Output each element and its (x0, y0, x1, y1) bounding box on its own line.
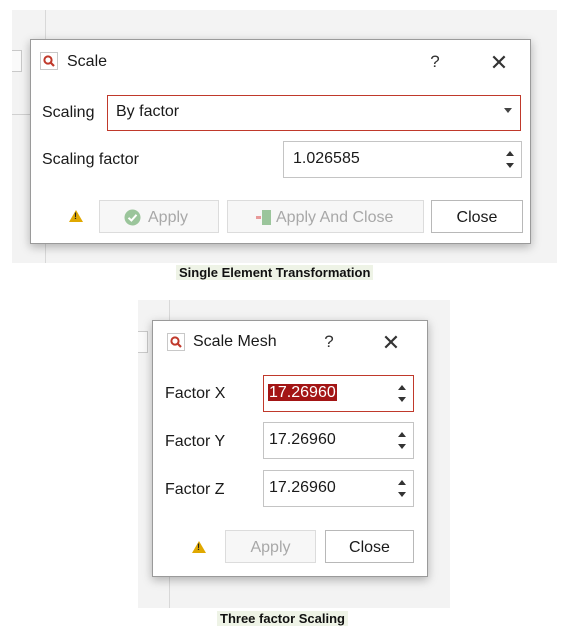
factor-x-label: Factor X (165, 385, 226, 402)
magnifier-icon (40, 52, 58, 70)
close-icon[interactable]: ✕ (487, 52, 511, 74)
close-icon[interactable]: ✕ (379, 332, 403, 354)
help-button[interactable]: ? (319, 332, 339, 352)
apply-and-close-button[interactable]: Apply And Close (227, 200, 424, 233)
factor-y-label: Factor Y (165, 433, 226, 450)
spin-down-icon[interactable] (398, 492, 406, 497)
factor-y-spinbox[interactable]: 17.26960 (263, 422, 414, 459)
close-button-label: Close (456, 209, 498, 226)
spin-down-icon[interactable] (506, 163, 514, 168)
scale-mesh-dialog: Scale Mesh ? ✕ Factor X 17.26960 Factor … (152, 320, 428, 577)
background-field (12, 50, 22, 72)
spin-up-icon[interactable] (398, 432, 406, 437)
apply-and-close-icon (256, 210, 271, 225)
help-button[interactable]: ? (425, 52, 445, 72)
spin-up-icon[interactable] (398, 480, 406, 485)
check-circle-icon (124, 209, 141, 226)
close-button[interactable]: Close (431, 200, 523, 233)
spin-up-icon[interactable] (398, 385, 406, 390)
chevron-down-icon (504, 108, 512, 113)
factor-z-value: 17.26960 (269, 479, 336, 496)
apply-and-close-label: Apply And Close (276, 209, 394, 226)
factor-z-label: Factor Z (165, 481, 225, 498)
close-button-label: Close (349, 539, 390, 556)
scaling-label: Scaling (42, 104, 95, 121)
factor-x-spinbox[interactable]: 17.26960 (263, 375, 414, 412)
scaling-value: By factor (116, 103, 180, 120)
scale-dialog: Scale ? ✕ Scaling By factor Scaling fact… (30, 39, 531, 244)
caption-three-factor: Three factor Scaling (217, 611, 348, 626)
apply-button[interactable]: Apply (225, 530, 316, 563)
warning-icon (192, 541, 206, 553)
scaling-factor-label: Scaling factor (42, 151, 139, 168)
background-field (138, 331, 148, 353)
close-button[interactable]: Close (325, 530, 414, 563)
scaling-factor-spinbox[interactable]: 1.026585 (283, 141, 522, 178)
apply-button-label: Apply (250, 539, 291, 556)
spin-up-icon[interactable] (506, 151, 514, 156)
apply-button[interactable]: Apply (99, 200, 219, 233)
scaling-dropdown[interactable]: By factor (107, 95, 521, 131)
dialog-title: Scale (67, 53, 108, 70)
factor-y-value: 17.26960 (269, 431, 336, 448)
warning-icon (69, 210, 83, 222)
spin-down-icon[interactable] (398, 444, 406, 449)
apply-button-label: Apply (148, 209, 189, 226)
caption-single-element: Single Element Transformation (176, 265, 374, 280)
factor-x-value: 17.26960 (268, 384, 337, 402)
factor-z-spinbox[interactable]: 17.26960 (263, 470, 414, 507)
background-divider-horizontal (12, 114, 32, 115)
scaling-factor-value: 1.026585 (293, 150, 360, 167)
dialog-title: Scale Mesh (193, 333, 277, 350)
spin-down-icon[interactable] (398, 397, 406, 402)
factor-x-selected-text: 17.26960 (268, 384, 337, 401)
magnifier-icon (167, 333, 185, 351)
